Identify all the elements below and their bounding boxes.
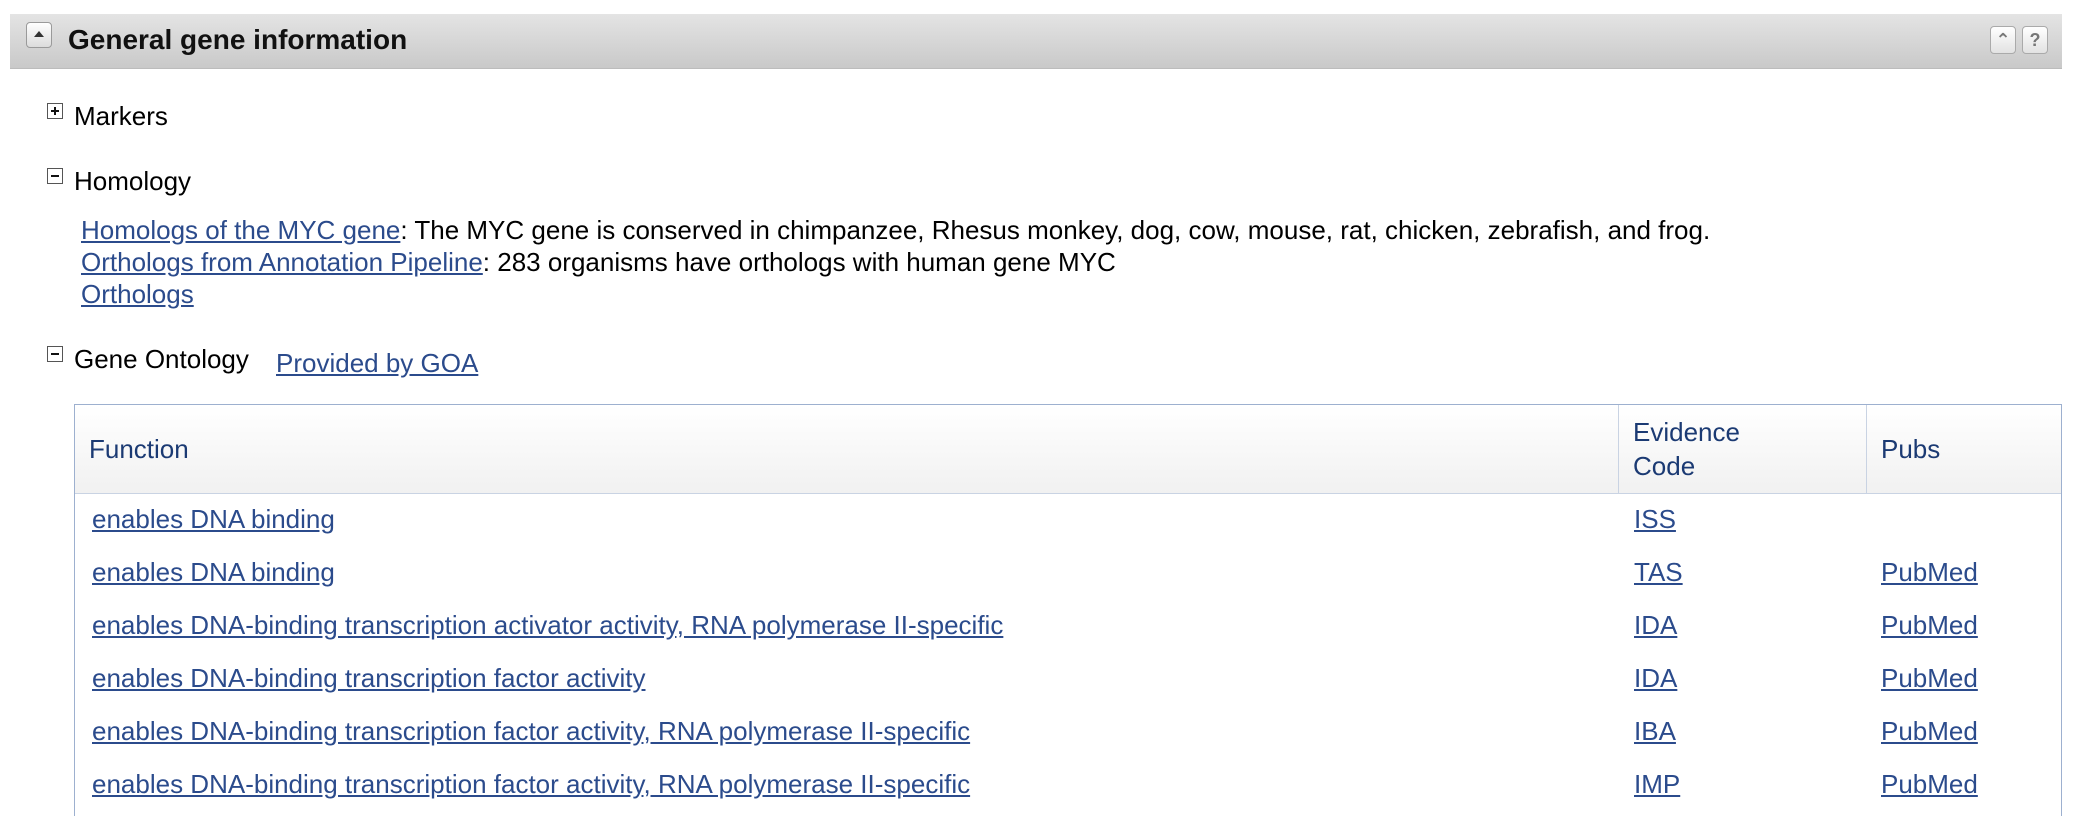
homology-label[interactable]: Homology [74,166,191,196]
table-row: enables DNA-binding transcription activa… [75,599,2061,652]
evidence-code-link[interactable]: IBA [1634,716,1676,746]
section-header: General gene information ⌃ ? [10,14,2062,69]
evidence-code-link[interactable]: ISS [1634,504,1676,534]
collapse-homology-icon[interactable] [47,168,63,184]
evidence-code-link[interactable]: IMP [1634,769,1680,799]
homologs-text: : The MYC gene is conserved in chimpanze… [400,215,1711,245]
collapse-gene-ontology-icon[interactable] [47,346,63,362]
pubmed-link[interactable]: PubMed [1881,769,1978,799]
evidence-code-label: Evidence Code [1633,417,1740,481]
pubmed-link[interactable]: PubMed [1881,716,1978,746]
column-header-pubs[interactable]: Pubs [1866,405,2061,493]
orthologs-line: Orthologs [81,278,1710,310]
function-link[interactable]: enables DNA binding [92,557,335,587]
expand-markers-icon[interactable] [47,103,63,119]
table-row: enables DNA binding TAS PubMed [75,546,2061,599]
provided-by-goa-link[interactable]: Provided by GOA [276,348,478,378]
orthologs-pipeline-text: : 283 organisms have orthologs with huma… [482,247,1116,277]
gene-ontology-label[interactable]: Gene Ontology [74,344,249,374]
table-row: enables DNA-binding transcription factor… [75,758,2061,811]
go-function-table: Function Evidence Code Pubs enables DNA … [74,404,2062,816]
column-header-function[interactable]: Function [75,405,1618,493]
column-header-evidence-code[interactable]: Evidence Code [1618,405,1866,493]
collapse-section-button[interactable] [26,22,52,48]
table-header: Function Evidence Code Pubs [75,405,2061,494]
orthologs-link[interactable]: Orthologs [81,279,194,309]
orthologs-pipeline-line: Orthologs from Annotation Pipeline: 283 … [81,246,1710,278]
evidence-code-link[interactable]: TAS [1634,557,1683,587]
evidence-code-link[interactable]: IDA [1634,610,1677,640]
homologs-link[interactable]: Homologs of the MYC gene [81,215,400,245]
help-icon[interactable]: ? [2022,26,2048,54]
pubmed-link[interactable]: PubMed [1881,663,1978,693]
function-link[interactable]: enables DNA-binding transcription factor… [92,769,970,799]
function-link[interactable]: enables DNA-binding transcription activa… [92,610,1003,640]
pubmed-link[interactable]: PubMed [1881,557,1978,587]
function-link[interactable]: enables DNA binding [92,504,335,534]
markers-label[interactable]: Markers [74,101,168,131]
pubmed-link[interactable]: PubMed [1881,610,1978,640]
function-link[interactable]: enables DNA-binding transcription factor… [92,663,645,693]
table-row: enables DNA-binding transcription factor… [75,705,2061,758]
evidence-code-link[interactable]: IDA [1634,663,1677,693]
function-link[interactable]: enables DNA-binding transcription factor… [92,716,970,746]
section-title: General gene information [68,24,408,55]
orthologs-pipeline-link[interactable]: Orthologs from Annotation Pipeline [81,247,483,277]
double-chevron-up-icon[interactable]: ⌃ [1990,26,2016,54]
table-row: enables DNA binding ISS [75,493,2061,546]
homology-content: Homologs of the MYC gene: The MYC gene i… [81,214,1710,310]
table-row: enables DNA-binding transcription factor… [75,652,2061,705]
homologs-line: Homologs of the MYC gene: The MYC gene i… [81,214,1710,246]
